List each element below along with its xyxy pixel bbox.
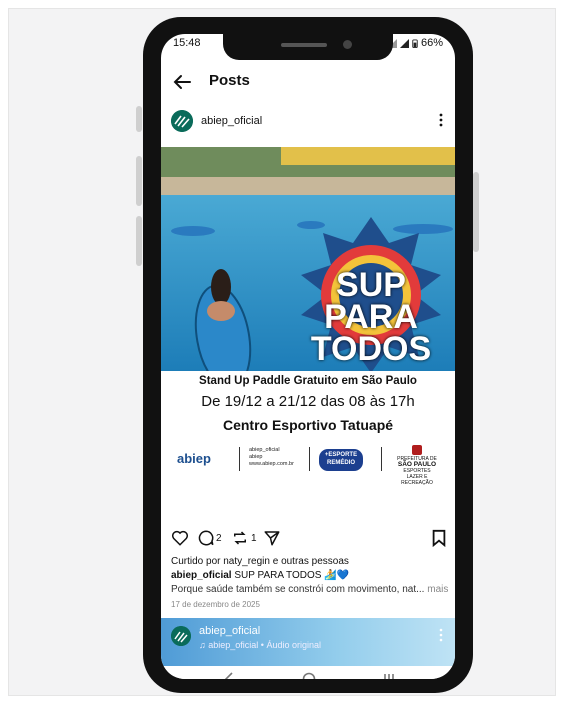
side-button [136, 156, 142, 206]
divider [309, 447, 310, 471]
side-button [473, 172, 479, 252]
bookmark-icon[interactable] [431, 529, 447, 547]
caption-text: SUP PARA TODOS 🏄💙 [234, 570, 350, 581]
social-instagram: abiep_oficial [249, 447, 280, 453]
status-time: 15:48 [173, 37, 201, 49]
battery-icon [412, 38, 418, 48]
caption-continued: Porque saúde também se constrói com movi… [171, 584, 425, 595]
post-header: abiep_oficial [161, 106, 455, 146]
repost-icon[interactable] [231, 529, 249, 547]
audio-label: abiep_oficial • Áudio original [208, 640, 321, 650]
more-options-icon[interactable] [439, 112, 443, 128]
social-facebook: abiep [249, 454, 263, 460]
partner-logos: abiep abiep_oficial abiep www.abiep.com.… [171, 445, 447, 486]
battery-level: 66% [420, 37, 443, 49]
social-links: abiep_oficial abiep www.abiep.com.br [249, 447, 294, 468]
prefeitura-sub2: LAZER E RECREAÇÃO [401, 474, 433, 486]
signal-icon [399, 38, 409, 48]
back-arrow-icon[interactable] [171, 71, 193, 93]
caption-username[interactable]: abiep_oficial [171, 570, 232, 581]
flyer-line2: De 19/12 a 21/12 das 08 às 17h [201, 393, 415, 410]
nav-recents-icon[interactable] [383, 672, 397, 679]
abiep-avatar-icon [171, 110, 193, 132]
heart-icon[interactable] [171, 529, 189, 547]
flyer-line1: Stand Up Paddle Gratuito em São Paulo [199, 375, 417, 387]
flyer-line3: Centro Esportivo Tatuapé [222, 417, 394, 433]
divider [381, 447, 382, 471]
divider [239, 447, 240, 471]
side-button [136, 106, 142, 132]
comments-count: 2 [216, 533, 222, 544]
abiep-logo: abiep [177, 451, 211, 466]
social-website: www.abiep.com.br [249, 461, 294, 467]
more-options-icon[interactable] [439, 628, 443, 642]
nav-home-icon[interactable] [302, 672, 316, 679]
liked-by[interactable]: Curtido por naty_regin e outras pessoas [171, 556, 349, 567]
post-date: 17 de dezembro de 2025 [171, 600, 260, 609]
caption-line2: Porque saúde também se constrói com movi… [171, 584, 451, 595]
caption-line1: abiep_oficial SUP PARA TODOS 🏄💙 [171, 570, 349, 581]
next-post-username[interactable]: abiep_oficial [199, 625, 260, 637]
more-link[interactable]: mais [427, 584, 448, 595]
camera-icon [343, 40, 352, 49]
reposts-count: 1 [251, 533, 257, 544]
phone-frame: 15:48 66% Posts abiep_oficial SUP PARA T… [143, 17, 473, 693]
notch [223, 34, 393, 60]
post-media[interactable]: SUP PARA TODOS Stand Up Paddle Gratuito … [161, 147, 455, 507]
sup-logo-text: SUP PARA TODOS [310, 266, 432, 368]
city-crest-icon [412, 445, 422, 455]
post-username[interactable]: abiep_oficial [201, 115, 262, 127]
phone-screen: 15:48 66% Posts abiep_oficial SUP PARA T… [161, 34, 455, 679]
status-icons: 66% [387, 37, 443, 49]
avatar[interactable] [171, 110, 193, 132]
prefeitura-logo: PREFEITURA DE SÃO PAULO ESPORTES LAZER E… [393, 445, 441, 486]
abiep-avatar-icon[interactable] [171, 626, 191, 646]
side-button [136, 216, 142, 266]
next-post-audio[interactable]: ♫ abiep_oficial • Áudio original [199, 640, 321, 650]
page-title: Posts [209, 72, 250, 89]
nav-back-icon[interactable] [223, 672, 235, 679]
share-icon[interactable] [263, 529, 281, 547]
music-note-icon: ♫ [199, 640, 209, 650]
esporte-remedio-logo: +ESPORTE REMÉDIO [319, 449, 363, 471]
post-actions: 2 1 [161, 529, 455, 553]
speaker [281, 43, 327, 47]
comment-icon[interactable] [197, 529, 215, 547]
next-post[interactable]: abiep_oficial ♫ abiep_oficial • Áudio or… [161, 618, 455, 666]
top-bar: Posts [161, 64, 455, 100]
system-nav-bar [161, 666, 455, 679]
